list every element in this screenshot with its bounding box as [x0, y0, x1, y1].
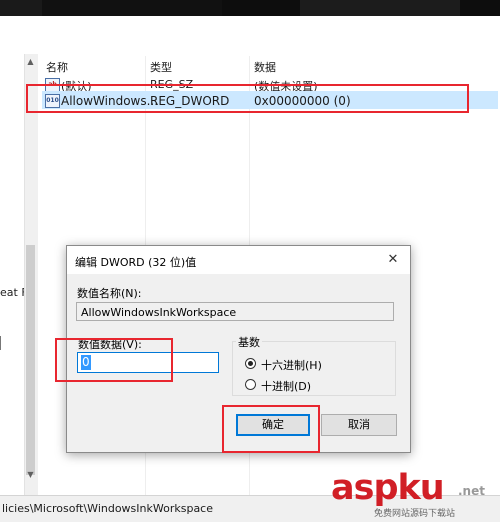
scroll-down-arrow-icon[interactable]: ▼ — [24, 469, 37, 480]
tree-scrollbar-thumb[interactable] — [26, 245, 35, 475]
highlight-box-ok-button — [222, 405, 320, 453]
window-toolbar-area — [0, 16, 500, 55]
radio-dec-label[interactable]: 十进制(D) — [261, 378, 311, 394]
value-name-field[interactable]: AllowWindowsInkWorkspace — [76, 302, 394, 321]
dialog-title: 编辑 DWORD (32 位)值 — [75, 256, 197, 269]
base-group-label: 基数 — [236, 334, 262, 350]
cancel-button[interactable]: 取消 — [321, 414, 397, 436]
top-background-band — [0, 0, 500, 16]
close-icon[interactable]: ✕ — [381, 249, 405, 271]
column-header-data[interactable]: 数据 — [254, 59, 276, 75]
scroll-up-arrow-icon[interactable]: ▲ — [24, 56, 37, 67]
value-name-label: 数值名称(N): — [77, 287, 142, 300]
watermark-subtitle: 免费网站源码下载站 — [374, 509, 456, 519]
column-header-type[interactable]: 类型 — [150, 59, 172, 75]
watermark-logo: aspku — [331, 468, 445, 508]
tree-item-fragment[interactable]: eat F — [0, 286, 24, 299]
radio-selected-dot — [248, 361, 253, 366]
radio-hex-label[interactable]: 十六进制(H) — [261, 357, 322, 373]
tree-expander-line — [0, 336, 4, 350]
highlight-box-registry-value — [26, 84, 469, 113]
highlight-box-value-data — [55, 338, 173, 382]
radio-dec[interactable] — [245, 379, 256, 390]
column-header-name[interactable]: 名称 — [46, 59, 68, 75]
watermark-domain-suffix: .net — [458, 484, 485, 498]
status-bar-path: licies\Microsoft\WindowsInkWorkspace — [2, 502, 213, 515]
